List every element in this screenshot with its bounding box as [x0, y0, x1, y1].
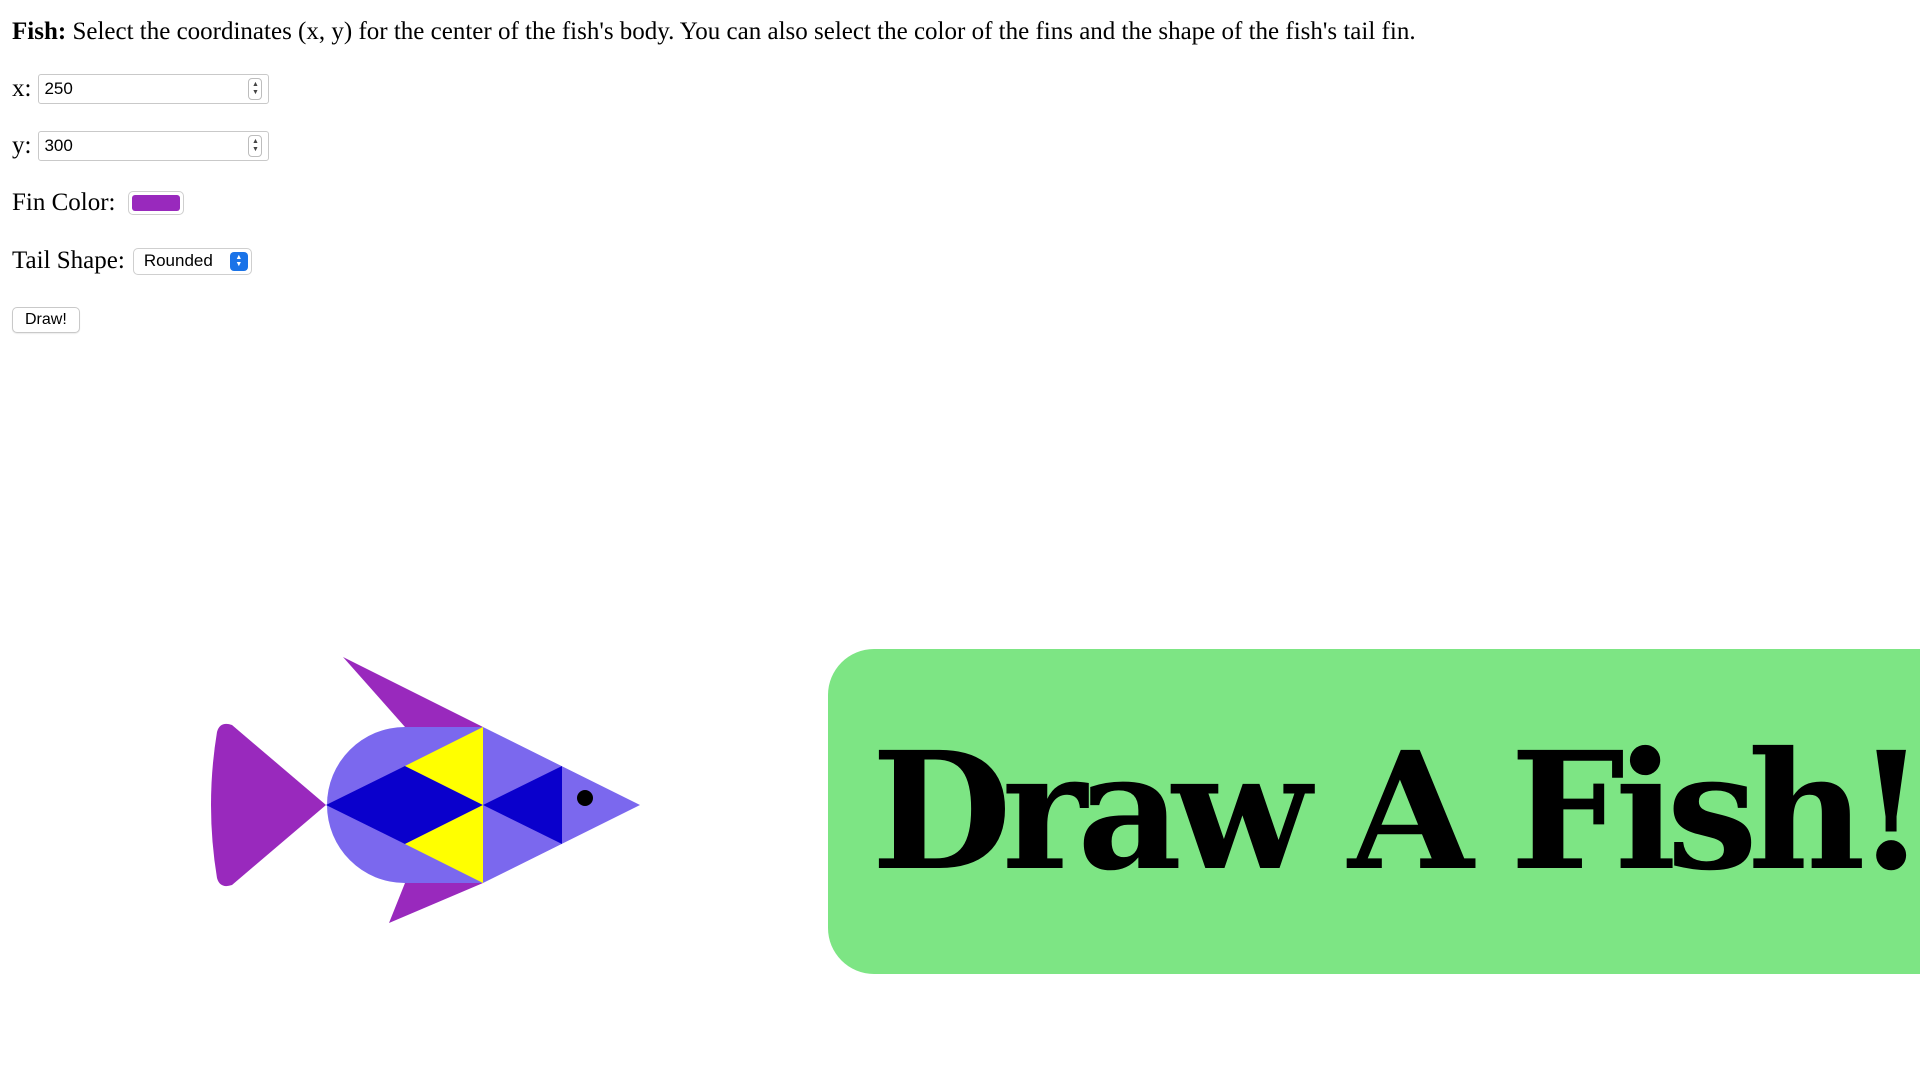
tail-fin	[211, 723, 326, 887]
fish-eye	[577, 790, 593, 806]
x-stepper-icon[interactable]: ▲ ▼	[248, 78, 263, 100]
draw-button[interactable]: Draw!	[12, 307, 80, 333]
x-label: x:	[12, 75, 32, 102]
banner-title: Draw A Fish!	[871, 716, 1920, 907]
y-stepper-icon[interactable]: ▲ ▼	[248, 135, 263, 157]
fin-color-row: Fin Color:	[12, 189, 184, 217]
tail-shape-selected: Rounded	[143, 251, 213, 270]
fin-color-swatch	[131, 195, 180, 211]
instructions-body: Select the coordinates (x, y) for the ce…	[66, 18, 1416, 45]
fin-color-label: Fin Color:	[12, 189, 116, 216]
x-row: x: 250 ▲ ▼	[12, 74, 270, 104]
x-input-value: 250	[44, 79, 73, 98]
tail-shape-select[interactable]: Rounded ▲ ▼	[132, 247, 252, 275]
x-input[interactable]: 250 ▲ ▼	[38, 74, 270, 104]
title-banner: Draw A Fish!	[828, 649, 1920, 974]
instructions-text: Fish: Select the coordinates (x, y) for …	[12, 18, 1416, 46]
y-row: y: 300 ▲ ▼	[12, 131, 270, 161]
fish-drawing	[211, 657, 640, 923]
chevron-up-down-icon: ▲ ▼	[229, 251, 248, 271]
y-input[interactable]: 300 ▲ ▼	[38, 131, 270, 161]
tail-shape-row: Tail Shape: Rounded ▲ ▼	[12, 247, 252, 275]
tail-shape-label: Tail Shape:	[12, 247, 125, 274]
dorsal-fin	[343, 657, 483, 727]
y-input-value: 300	[44, 136, 73, 155]
instructions-heading: Fish:	[12, 18, 67, 45]
fin-color-picker[interactable]	[127, 191, 184, 215]
ventral-fin	[389, 883, 483, 923]
y-label: y:	[12, 132, 32, 159]
